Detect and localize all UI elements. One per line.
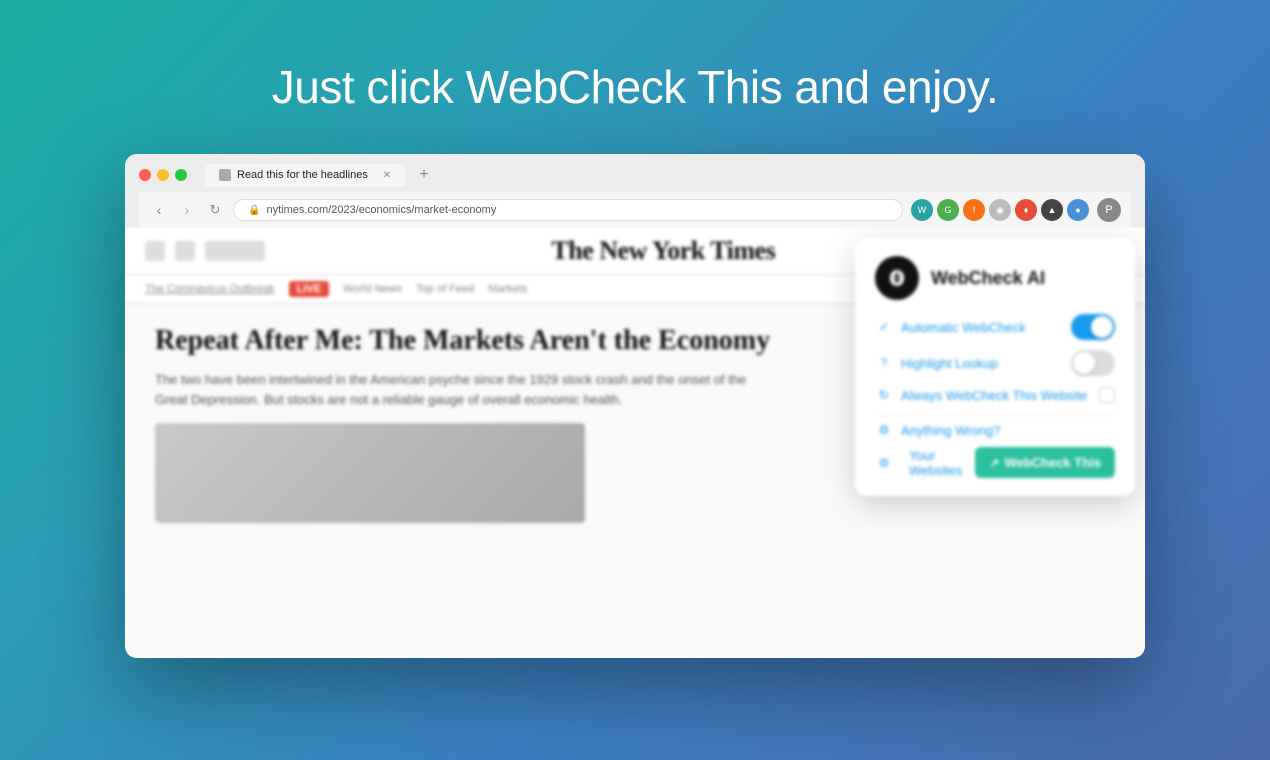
popup-row-automatic: ✓ Automatic WebCheck [875,314,1115,340]
popup-row-highlight: ? Highlight Lookup [875,350,1115,376]
nyt-subnav-item-2: World News [343,283,402,295]
ext-icon-6[interactable]: ▲ [1041,199,1063,221]
browser-content: The New York Times Account The Coronavir… [125,228,1145,658]
tab-favicon [219,169,231,181]
toggle-automatic[interactable] [1071,314,1115,340]
popup-divider [875,414,1115,415]
ext-icon-2[interactable]: G [937,199,959,221]
nyt-section-btn [205,241,265,261]
always-reload-icon: ↻ [875,386,893,404]
tl-red[interactable] [139,169,151,181]
nyt-subnav-item-1: The Coronavirus Outbreak [145,283,275,295]
popup-title: WebCheck AI [931,268,1045,289]
nav-forward[interactable]: › [177,200,197,220]
browser-toolbar: ‹ › ↻ 🔒 nytimes.com/2023/economics/marke… [139,192,1131,228]
nav-back[interactable]: ‹ [149,200,169,220]
websites-gear-icon: ⚙ [875,454,893,472]
ext-icon-profile[interactable]: P [1097,198,1121,222]
tab-add[interactable]: + [413,164,435,186]
browser-tab-active[interactable]: Read this for the headlines ✕ [205,164,405,186]
webcheck-btn-icon: ↗ [989,456,999,470]
nyt-article-image [155,423,585,523]
highlight-label: Highlight Lookup [901,356,1071,371]
webcheck-this-button[interactable]: ↗ WebCheck This [975,447,1115,478]
headline-suffix: and enjoy. [782,61,998,113]
nyt-article-body: The two have been intertwined in the Ame… [155,370,775,412]
webcheck-popup: WebCheck AI ✓ Automatic WebCheck ? Highl… [855,238,1135,496]
wrong-label: Anything Wrong? [901,423,1115,438]
wrong-gear-icon: ⚙ [875,421,893,439]
automatic-check-icon: ✓ [875,318,893,336]
nyt-subnav-item-4: Markets [488,283,527,295]
toggle-knob-highlight [1073,352,1095,374]
popup-row-websites: ⚙ Your Websites ↗ WebCheck This [875,447,1115,478]
ext-icon-3[interactable]: ! [963,199,985,221]
nyt-article: Repeat After Me: The Markets Aren't the … [125,304,805,543]
tl-green[interactable] [175,169,187,181]
address-text: nytimes.com/2023/economics/market-econom… [266,204,496,216]
nyt-title-text: The New York Times [551,236,775,265]
tl-yellow[interactable] [157,169,169,181]
popup-header: WebCheck AI [875,256,1115,300]
toggle-highlight[interactable] [1071,350,1115,376]
nyt-search-btn [175,241,195,261]
checkbox-always[interactable] [1099,387,1115,403]
nyt-menu-btn [145,241,165,261]
ext-icon-5[interactable]: ♦ [1015,199,1037,221]
tab-title: Read this for the headlines [237,169,368,181]
ext-icon-4[interactable]: ◉ [989,199,1011,221]
popup-row-wrong: ⚙ Anything Wrong? [875,421,1115,439]
automatic-label: Automatic WebCheck [901,320,1071,335]
headline-brand: WebCheck This [466,61,783,113]
traffic-lights [139,169,187,181]
nav-reload[interactable]: ↻ [205,200,225,220]
nyt-subnav-live: LIVE [289,281,329,297]
ext-icon-7[interactable]: ● [1067,199,1089,221]
nyt-subnav-item-3: Top of Feed [416,283,474,295]
highlight-question-icon: ? [875,354,893,372]
headline: Just click WebCheck This and enjoy. [272,60,999,114]
address-lock-icon: 🔒 [248,205,260,216]
browser-chrome: Read this for the headlines ✕ + ‹ › ↻ 🔒 … [125,154,1145,228]
always-label: Always WebCheck This Website [901,388,1099,403]
toolbar-extensions: W G ! ◉ ♦ ▲ ● P [911,198,1121,222]
headline-text: Just click WebCheck This and enjoy. [272,61,999,113]
webcheck-logo-icon [883,264,911,292]
nyt-article-title: Repeat After Me: The Markets Aren't the … [155,324,775,358]
popup-row-always: ↻ Always WebCheck This Website [875,386,1115,404]
toggle-knob-automatic [1091,316,1113,338]
popup-logo [875,256,919,300]
tab-close-icon[interactable]: ✕ [383,170,391,181]
nyt-nav-left [145,241,265,261]
browser-window: Read this for the headlines ✕ + ‹ › ↻ 🔒 … [125,154,1145,658]
nyt-masthead: The New York Times [551,236,775,266]
websites-label: Your Websites [909,448,967,478]
webcheck-btn-label: WebCheck This [1004,455,1101,470]
ext-icon-1[interactable]: W [911,199,933,221]
address-bar[interactable]: 🔒 nytimes.com/2023/economics/market-econ… [233,199,903,221]
headline-prefix: Just click [272,61,466,113]
browser-titlebar: Read this for the headlines ✕ + [139,164,1131,192]
